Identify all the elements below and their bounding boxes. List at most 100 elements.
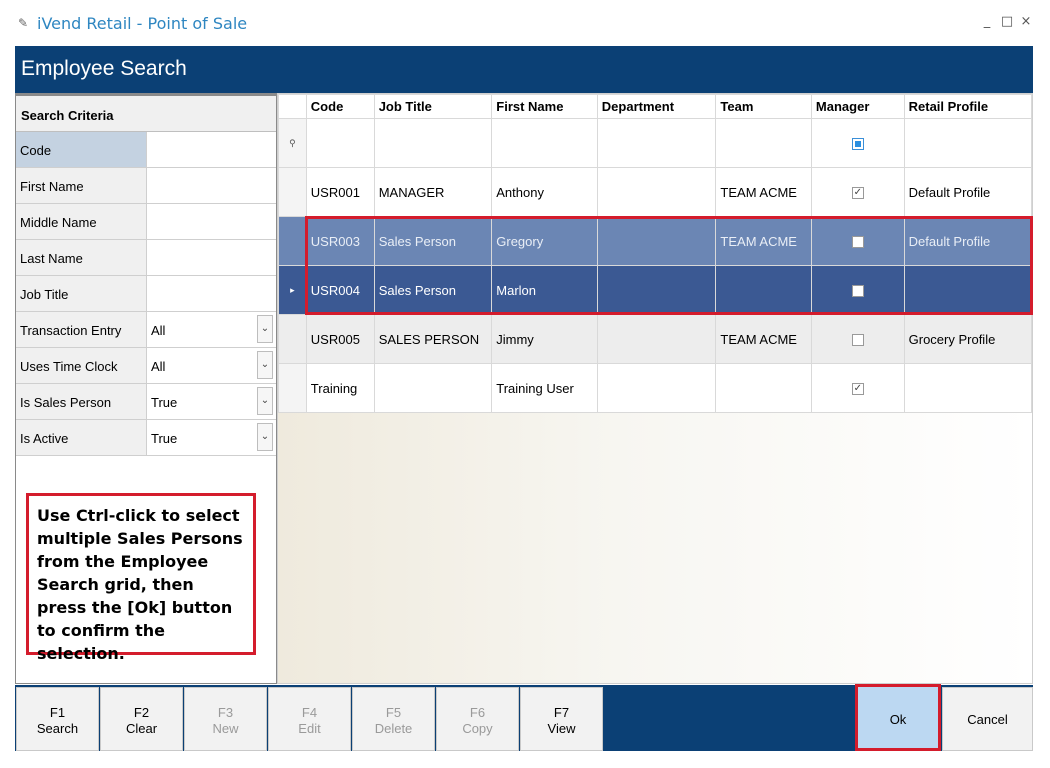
cell-code[interactable]: USR004	[305, 265, 375, 315]
cell-manager[interactable]	[810, 265, 905, 315]
filter-cell-job-title[interactable]	[373, 118, 493, 168]
cell-job-title[interactable]: SALES PERSON	[373, 314, 493, 364]
cell-department[interactable]	[596, 167, 717, 217]
criteria-row-is-active: Is Active True ⌄	[16, 420, 276, 456]
cell-code[interactable]: Training	[305, 363, 375, 413]
cancel-button[interactable]: Cancel	[942, 687, 1033, 751]
page-header: Employee Search	[15, 46, 1033, 93]
filter-manager-checkbox[interactable]	[851, 138, 864, 151]
cell-manager[interactable]	[810, 314, 905, 364]
manager-checkbox[interactable]	[851, 334, 864, 347]
cell-manager[interactable]: ✓	[810, 167, 905, 217]
f3-new-button[interactable]: F3 New	[184, 687, 267, 751]
f7-view-button[interactable]: F7 View	[520, 687, 603, 751]
function-action-label: Edit	[298, 721, 321, 736]
cell-first-name[interactable]: Jimmy	[491, 314, 598, 364]
column-header-team[interactable]: Team	[715, 94, 812, 119]
column-header-department[interactable]: Department	[596, 94, 717, 119]
criteria-select-is-sales-person[interactable]: True ⌄	[147, 384, 276, 419]
table-row[interactable]: USR005 SALES PERSON Jimmy TEAM ACME Grocery …	[278, 314, 1032, 364]
f2-clear-button[interactable]: F2 Clear	[100, 687, 183, 751]
cell-code[interactable]: USR001	[305, 167, 375, 217]
cell-first-name[interactable]: Gregory	[491, 216, 598, 266]
cell-team[interactable]	[715, 265, 812, 315]
function-action-label: Delete	[374, 721, 413, 736]
cell-first-name[interactable]: Training User	[491, 363, 598, 413]
cell-code[interactable]: USR003	[305, 216, 375, 266]
function-action-label: New	[212, 721, 239, 736]
table-row[interactable]: Training Training User ✓	[278, 363, 1032, 413]
chevron-down-icon[interactable]: ⌄	[257, 423, 273, 451]
cell-code[interactable]: USR005	[305, 314, 375, 364]
criteria-row-middle-name: Middle Name	[16, 204, 276, 240]
window-title: iVend Retail - Point of Sale	[37, 14, 248, 33]
manager-checkbox[interactable]: ✓	[851, 187, 864, 200]
column-header-first-name[interactable]: First Name	[491, 94, 598, 119]
column-header-retail-profile[interactable]: Retail Profile	[903, 94, 1032, 119]
chevron-down-icon[interactable]: ⌄	[257, 387, 273, 415]
table-row[interactable]: ▸ USR004 Sales Person Marlon	[278, 265, 1032, 315]
cell-manager[interactable]: ✓	[810, 363, 905, 413]
cell-retail-profile[interactable]: Grocery Profile	[903, 314, 1032, 364]
chevron-down-icon[interactable]: ⌄	[257, 315, 273, 343]
criteria-select-transaction-entry[interactable]: All ⌄	[147, 312, 276, 347]
filter-cell-first-name[interactable]	[491, 118, 598, 168]
criteria-input-first-name[interactable]	[147, 168, 276, 203]
cell-department[interactable]	[596, 216, 717, 266]
criteria-select-is-active[interactable]: True ⌄	[147, 420, 276, 455]
table-row[interactable]: USR003 Sales Person Gregory TEAM ACME Defaul…	[278, 216, 1032, 266]
criteria-select-uses-time-clock[interactable]: All ⌄	[147, 348, 276, 383]
f1-search-button[interactable]: F1 Search	[16, 687, 99, 751]
f5-delete-button[interactable]: F5 Delete	[352, 687, 435, 751]
page-title: Employee Search	[21, 57, 187, 80]
criteria-input-last-name[interactable]	[147, 240, 276, 275]
cell-retail-profile[interactable]	[903, 265, 1032, 315]
maximize-icon[interactable]: □	[998, 14, 1016, 29]
cell-team[interactable]: TEAM ACME	[715, 167, 812, 217]
cell-retail-profile[interactable]: Default Profile	[903, 216, 1032, 266]
column-header-manager[interactable]: Manager	[810, 94, 905, 119]
f4-edit-button[interactable]: F4 Edit	[268, 687, 351, 751]
column-header-job-title[interactable]: Job Title	[373, 94, 493, 119]
filter-cell-code[interactable]	[305, 118, 375, 168]
manager-checkbox[interactable]	[851, 285, 864, 298]
ok-button[interactable]: Ok	[855, 684, 941, 751]
instruction-note: Use Ctrl-click to select multiple Sales …	[26, 493, 256, 663]
cell-department[interactable]	[596, 363, 717, 413]
criteria-input-job-title[interactable]	[147, 276, 276, 311]
cell-job-title[interactable]: Sales Person	[373, 265, 493, 315]
filter-cell-retail-profile[interactable]	[903, 118, 1032, 168]
cell-retail-profile[interactable]	[903, 363, 1032, 413]
cell-team[interactable]: TEAM ACME	[715, 216, 812, 266]
criteria-input-middle-name[interactable]	[147, 204, 276, 239]
filter-cell-manager[interactable]	[810, 118, 905, 168]
chevron-down-icon[interactable]: ⌄	[257, 351, 273, 379]
cell-job-title[interactable]	[373, 363, 493, 413]
cell-job-title[interactable]: MANAGER	[373, 167, 493, 217]
cell-team[interactable]: TEAM ACME	[715, 314, 812, 364]
criteria-row-job-title: Job Title	[16, 276, 276, 312]
f6-copy-button[interactable]: F6 Copy	[436, 687, 519, 751]
grid-filter-row[interactable]: ⚲	[278, 118, 1032, 168]
close-icon[interactable]: ×	[1017, 14, 1035, 29]
cell-manager[interactable]	[810, 216, 905, 266]
function-action-label: Search	[36, 721, 79, 736]
cell-first-name[interactable]: Marlon	[491, 265, 598, 315]
criteria-label-is-active: Is Active	[16, 420, 147, 455]
filter-cell-team[interactable]	[715, 118, 812, 168]
cell-department[interactable]	[596, 314, 717, 364]
column-header-code[interactable]: Code	[305, 94, 375, 119]
cell-retail-profile[interactable]: Default Profile	[903, 167, 1032, 217]
manager-checkbox[interactable]	[851, 236, 864, 249]
minimize-icon[interactable]: _	[978, 14, 996, 29]
criteria-input-code[interactable]	[147, 132, 276, 167]
cell-first-name[interactable]: Anthony	[491, 167, 598, 217]
cell-job-title[interactable]: Sales Person	[373, 216, 493, 266]
filter-cell-department[interactable]	[596, 118, 717, 168]
table-row[interactable]: USR001 MANAGER Anthony TEAM ACME ✓ Default Pr…	[278, 167, 1032, 217]
manager-checkbox[interactable]: ✓	[851, 383, 864, 396]
row-indicator	[278, 314, 307, 364]
criteria-value-is-sales-person: True	[151, 395, 178, 410]
cell-team[interactable]	[715, 363, 812, 413]
cell-department[interactable]	[596, 265, 717, 315]
